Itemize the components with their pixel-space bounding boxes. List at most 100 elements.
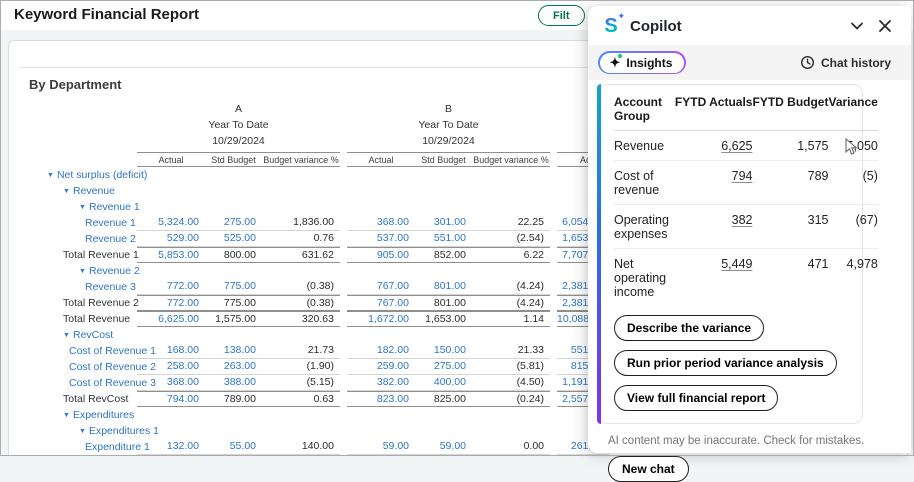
group-header-period: Year To Date — [137, 119, 340, 131]
fytd-actuals-cell: 794 — [675, 161, 753, 205]
insight-table: Account Group FYTD Actuals FYTD Budget V… — [614, 87, 878, 306]
value-cell[interactable]: 168.00 — [137, 343, 205, 359]
filters-button[interactable]: Filt — [538, 5, 585, 26]
row-label-cell: Cost of Revenue 1 — [27, 345, 137, 357]
row-label[interactable]: Expenditures — [73, 409, 134, 421]
value-cell[interactable]: 132.00 — [137, 439, 205, 455]
value-cell[interactable]: 368.00 — [347, 215, 415, 231]
value-cell[interactable]: 301.00 — [415, 215, 472, 231]
value-cell — [347, 423, 415, 439]
value-cell[interactable]: 772.00 — [137, 295, 205, 311]
row-label-cell: Expenditure 1 — [27, 441, 137, 453]
collapse-arrow-icon[interactable]: ▼ — [79, 268, 86, 275]
value-cell: 22.25 — [472, 215, 550, 231]
value-cell — [415, 423, 472, 439]
fytd-actuals-cell: 382 — [675, 205, 753, 249]
column-header: FYTD Budget — [752, 87, 828, 131]
value-cell[interactable]: 525.00 — [205, 231, 262, 247]
value-cell[interactable]: 801.00 — [415, 279, 472, 295]
value-cell — [262, 199, 340, 215]
value-cell[interactable]: 529.00 — [137, 231, 205, 247]
actuals-link[interactable]: 5,449 — [721, 257, 752, 271]
value-cell — [262, 183, 340, 199]
value-cell[interactable]: 138.00 — [205, 343, 262, 359]
value-cell[interactable]: 794.00 — [137, 391, 205, 407]
value-cell[interactable]: 59.00 — [347, 439, 415, 455]
value-cell[interactable]: 150.00 — [415, 343, 472, 359]
value-cell[interactable]: 5,324.00 — [137, 215, 205, 231]
row-label[interactable]: Revenue 2 — [89, 265, 140, 277]
collapse-arrow-icon[interactable]: ▼ — [79, 428, 86, 435]
row-label-cell: ▼Revenue 2 — [27, 265, 137, 277]
actuals-link[interactable]: 382 — [732, 213, 753, 227]
close-icon[interactable] — [875, 16, 895, 36]
fytd-actuals-cell: 5,449 — [675, 249, 753, 307]
value-cell[interactable]: 5,853.00 — [137, 247, 205, 263]
column-header: FYTD Actuals — [675, 87, 753, 131]
row-label-cell: ▼Revenue — [27, 185, 137, 197]
value-cell[interactable]: 275.00 — [205, 215, 262, 231]
collapse-arrow-icon[interactable]: ▼ — [63, 332, 70, 339]
value-cell[interactable]: 905.00 — [347, 247, 415, 263]
row-label-cell: Cost of Revenue 2 — [27, 361, 137, 373]
row-label[interactable]: Revenue 2 — [85, 233, 136, 245]
value-cell[interactable]: 823.00 — [347, 391, 415, 407]
value-cell: (0.38) — [262, 279, 340, 295]
row-label: Total Revenue 2 — [63, 297, 139, 309]
row-label[interactable]: RevCost — [73, 329, 113, 341]
value-cell[interactable]: 55.00 — [205, 439, 262, 455]
value-cell[interactable]: 767.00 — [347, 295, 415, 311]
suggestion-view-full-report[interactable]: View full financial report — [614, 385, 778, 411]
value-cell[interactable]: 772.00 — [137, 279, 205, 295]
table-header-row: AB — [27, 101, 609, 117]
value-cell — [205, 183, 262, 199]
new-chat-button[interactable]: New chat — [608, 456, 689, 482]
value-cell[interactable]: 6,625.00 — [137, 311, 205, 327]
row-label[interactable]: Revenue 3 — [85, 281, 136, 293]
value-cell: 631.62 — [262, 247, 340, 263]
value-cell[interactable]: 1,672.00 — [347, 311, 415, 327]
row-label[interactable]: Net surplus (deficit) — [57, 169, 147, 181]
value-cell[interactable]: 537.00 — [347, 231, 415, 247]
value-cell[interactable]: 258.00 — [137, 359, 205, 375]
suggestion-prior-period-analysis[interactable]: Run prior period variance analysis — [614, 350, 837, 376]
value-cell — [472, 423, 550, 439]
fytd-budget-cell: 789 — [752, 161, 828, 205]
value-cell[interactable]: 263.00 — [205, 359, 262, 375]
column-header: Account Group — [614, 87, 675, 131]
value-cell — [262, 167, 340, 183]
value-cell — [137, 327, 205, 343]
chat-history-button[interactable]: Chat history — [794, 54, 897, 71]
collapse-arrow-icon[interactable]: ▼ — [63, 188, 70, 195]
value-cell: 1,575.00 — [205, 311, 262, 327]
row-label[interactable]: Revenue 1 — [85, 217, 136, 229]
row-label[interactable]: Revenue — [73, 185, 115, 197]
value-cell[interactable]: 182.00 — [347, 343, 415, 359]
value-cell — [347, 167, 415, 183]
row-label-cell: ▼RevCost — [27, 329, 137, 341]
actuals-link[interactable]: 6,625 — [721, 139, 752, 153]
value-cell[interactable]: 400.00 — [415, 375, 472, 391]
row-label[interactable]: Revenue 1 — [89, 201, 140, 213]
value-cell[interactable]: 275.00 — [415, 359, 472, 375]
suggestion-describe-variance[interactable]: Describe the variance — [614, 315, 764, 341]
collapse-arrow-icon[interactable]: ▼ — [47, 172, 54, 179]
value-cell — [415, 263, 472, 279]
value-cell[interactable]: 382.00 — [347, 375, 415, 391]
value-cell[interactable]: 775.00 — [205, 279, 262, 295]
value-cell[interactable]: 59.00 — [415, 439, 472, 455]
account-group-cell: Operating expenses — [614, 205, 675, 249]
collapse-arrow-icon[interactable]: ▼ — [79, 204, 86, 211]
value-cell: 0.76 — [262, 231, 340, 247]
collapse-arrow-icon[interactable]: ▼ — [63, 412, 70, 419]
value-cell: (0.24) — [472, 391, 550, 407]
value-cell[interactable]: 259.00 — [347, 359, 415, 375]
insights-button[interactable]: ✦ Insights — [598, 51, 686, 74]
chevron-down-icon[interactable] — [847, 16, 867, 36]
value-cell[interactable]: 388.00 — [205, 375, 262, 391]
value-cell[interactable]: 767.00 — [347, 279, 415, 295]
value-cell[interactable]: 368.00 — [137, 375, 205, 391]
account-group-cell: Revenue — [614, 131, 675, 161]
value-cell[interactable]: 551.00 — [415, 231, 472, 247]
actuals-link[interactable]: 794 — [732, 169, 753, 183]
